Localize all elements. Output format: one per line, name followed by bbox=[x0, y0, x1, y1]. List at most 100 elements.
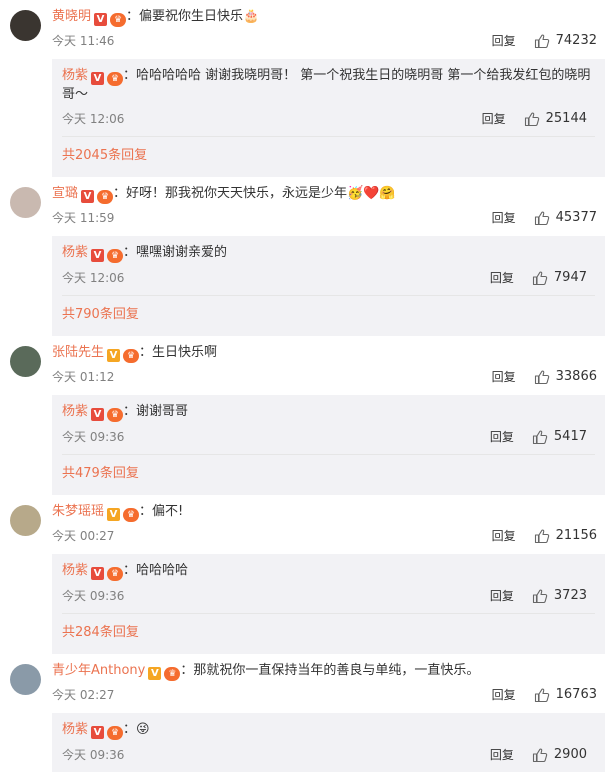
comment-text: ：生日快乐啊 bbox=[139, 345, 218, 360]
reply-line: 杨紫 V ♛ ：谢谢哥哥 bbox=[62, 403, 595, 422]
comment-item: 黄晓明 V ♛ ：偏要祝你生日快乐🎂 今天 11:46 回复 74232 杨紫 V ♛ ：哈哈哈哈哈… bbox=[0, 0, 615, 177]
verified-badge-icon: V bbox=[91, 72, 105, 85]
comment-line: 宣璐 V ♛ ：好呀！那我祝你天天快乐，永远是少年🥳❤️🤗 bbox=[52, 185, 605, 204]
username-link[interactable]: 朱梦瑶瑶 bbox=[52, 504, 104, 519]
thumbs-up-icon[interactable] bbox=[524, 111, 540, 127]
reply-text: ：😜 bbox=[123, 722, 150, 737]
reply-button[interactable]: 回复 bbox=[490, 583, 514, 609]
avatar[interactable] bbox=[10, 346, 41, 377]
timestamp: 今天 11:59 bbox=[52, 211, 115, 225]
username-link[interactable]: 杨紫 bbox=[62, 245, 88, 260]
reply-meta: 今天 09:36 回复 3723 bbox=[62, 583, 595, 609]
reply-button[interactable]: 回复 bbox=[492, 365, 516, 389]
avatar[interactable] bbox=[10, 187, 41, 218]
username-link[interactable]: 张陆先生 bbox=[52, 345, 104, 360]
vip-crown-icon: ♛ bbox=[123, 349, 140, 363]
verified-badge-icon: V bbox=[91, 726, 105, 739]
thumbs-up-icon[interactable] bbox=[534, 687, 550, 703]
username-link[interactable]: 青少年Anthony bbox=[52, 663, 145, 678]
username-link[interactable]: 杨紫 bbox=[62, 68, 88, 83]
reply-button[interactable]: 回复 bbox=[492, 524, 516, 548]
avatar[interactable] bbox=[10, 505, 41, 536]
vip-crown-icon: ♛ bbox=[123, 508, 140, 522]
comment-meta: 今天 11:59 回复 45377 bbox=[52, 206, 605, 230]
more-replies-link[interactable]: 共790条回复 bbox=[62, 295, 595, 332]
timestamp: 今天 11:46 bbox=[52, 34, 115, 48]
verified-badge-icon: V bbox=[91, 408, 105, 421]
thumbs-up-icon[interactable] bbox=[532, 429, 548, 445]
more-replies-link[interactable]: 共2045条回复 bbox=[62, 136, 595, 173]
reply-line: 杨紫 V ♛ ：哈哈哈哈 bbox=[62, 562, 595, 581]
comment-line: 黄晓明 V ♛ ：偏要祝你生日快乐🎂 bbox=[52, 8, 605, 27]
reply-item: 杨紫 V ♛ ：谢谢哥哥今天 09:36 回复 5417 bbox=[62, 399, 595, 450]
reply-button[interactable]: 回复 bbox=[490, 265, 514, 291]
reply-text: ：嘿嘿谢谢亲爱的 bbox=[123, 245, 228, 260]
thumbs-up-icon[interactable] bbox=[532, 588, 548, 604]
verified-badge-icon: V bbox=[81, 190, 95, 203]
verified-badge-icon: V bbox=[91, 567, 105, 580]
reply-button[interactable]: 回复 bbox=[492, 683, 516, 707]
reply-meta: 今天 09:36 回复 2900 bbox=[62, 742, 595, 768]
thumbs-up-icon[interactable] bbox=[532, 747, 548, 763]
reply-item: 杨紫 V ♛ ：嘿嘿谢谢亲爱的 今天 12:06 回复 7947 bbox=[62, 240, 595, 291]
username-link[interactable]: 杨紫 bbox=[62, 722, 88, 737]
comment-text: ：偏要祝你生日快乐🎂 bbox=[126, 9, 260, 24]
reply-button[interactable]: 回复 bbox=[490, 742, 514, 768]
thumbs-up-icon[interactable] bbox=[532, 270, 548, 286]
vip-crown-icon: ♛ bbox=[110, 13, 127, 27]
thumbs-up-icon[interactable] bbox=[534, 33, 550, 49]
vip-crown-icon: ♛ bbox=[97, 190, 114, 204]
comment-line: 朱梦瑶瑶 V ♛ ：偏不! bbox=[52, 503, 605, 522]
timestamp: 今天 12:06 bbox=[62, 112, 125, 126]
verified-badge-icon: V bbox=[148, 667, 162, 680]
reply-box: 杨紫 V ♛ ：谢谢哥哥今天 09:36 回复 5417 共479条回复 bbox=[52, 395, 605, 495]
thumbs-up-icon[interactable] bbox=[534, 210, 550, 226]
reply-text: ：谢谢哥哥 bbox=[123, 404, 189, 419]
reply-meta: 今天 09:36 回复 5417 bbox=[62, 424, 595, 450]
username-link[interactable]: 黄晓明 bbox=[52, 9, 91, 24]
reply-item: 杨紫 V ♛ ：哈哈哈哈今天 09:36 回复 3723 bbox=[62, 558, 595, 609]
thumbs-up-icon[interactable] bbox=[534, 528, 550, 544]
reply-item: 杨紫 V ♛ ：😜 今天 09:36 回复 2900 bbox=[62, 717, 595, 768]
more-replies-link[interactable]: 共284条回复 bbox=[62, 613, 595, 650]
like-count: 21156 bbox=[555, 528, 597, 543]
timestamp: 今天 02:27 bbox=[52, 688, 115, 702]
avatar[interactable] bbox=[10, 10, 41, 41]
comment-text: ：那就祝你一直保持当年的善良与单纯，一直快乐。 bbox=[180, 663, 480, 678]
like-count: 7947 bbox=[553, 270, 587, 285]
vip-crown-icon: ♛ bbox=[164, 667, 181, 681]
comment-item: 青少年Anthony V ♛ ：那就祝你一直保持当年的善良与单纯，一直快乐。 今天 02… bbox=[0, 654, 615, 772]
avatar[interactable] bbox=[10, 664, 41, 695]
username-link[interactable]: 杨紫 bbox=[62, 404, 88, 419]
like-count: 3723 bbox=[553, 588, 587, 603]
comment-meta: 今天 01:12 回复 33866 bbox=[52, 365, 605, 389]
comment-item: 张陆先生 V ♛ ：生日快乐啊 今天 01:12 回复 33866 杨紫 V ♛ ：谢谢哥哥 今天 0… bbox=[0, 336, 615, 495]
username-link[interactable]: 杨紫 bbox=[62, 563, 88, 578]
reply-button[interactable]: 回复 bbox=[490, 424, 514, 450]
verified-badge-icon: V bbox=[94, 13, 108, 26]
verified-badge-icon: V bbox=[91, 249, 105, 262]
comment-meta: 今天 02:27 回复 16763 bbox=[52, 683, 605, 707]
more-replies-link[interactable]: 共479条回复 bbox=[62, 454, 595, 491]
comment-list: 黄晓明 V ♛ ：偏要祝你生日快乐🎂 今天 11:46 回复 74232 杨紫 V ♛ ：哈哈哈哈哈… bbox=[0, 0, 615, 772]
reply-button[interactable]: 回复 bbox=[482, 106, 506, 132]
vip-crown-icon: ♛ bbox=[107, 726, 124, 740]
reply-line: 杨紫 V ♛ ：嘿嘿谢谢亲爱的 bbox=[62, 244, 595, 263]
reply-line: 杨紫 V ♛ ：😜 bbox=[62, 721, 595, 740]
timestamp: 今天 09:36 bbox=[62, 748, 125, 762]
reply-button[interactable]: 回复 bbox=[492, 206, 516, 230]
reply-meta: 今天 12:06 回复 7947 bbox=[62, 265, 595, 291]
comment-item: 朱梦瑶瑶 V ♛ ：偏不! 今天 00:27 回复 21156 杨紫 V ♛ ：哈哈哈哈 今天 09:… bbox=[0, 495, 615, 654]
like-count: 2900 bbox=[553, 747, 587, 762]
comment-line: 张陆先生 V ♛ ：生日快乐啊 bbox=[52, 344, 605, 363]
verified-badge-icon: V bbox=[107, 508, 121, 521]
vip-crown-icon: ♛ bbox=[107, 567, 124, 581]
thumbs-up-icon[interactable] bbox=[534, 369, 550, 385]
timestamp: 今天 09:36 bbox=[62, 589, 125, 603]
reply-text: ：哈哈哈哈 bbox=[123, 563, 189, 578]
comment-line: 青少年Anthony V ♛ ：那就祝你一直保持当年的善良与单纯，一直快乐。 bbox=[52, 662, 605, 681]
timestamp: 今天 01:12 bbox=[52, 370, 115, 384]
like-count: 25144 bbox=[545, 111, 587, 126]
username-link[interactable]: 宣璐 bbox=[52, 186, 78, 201]
reply-button[interactable]: 回复 bbox=[492, 29, 516, 53]
